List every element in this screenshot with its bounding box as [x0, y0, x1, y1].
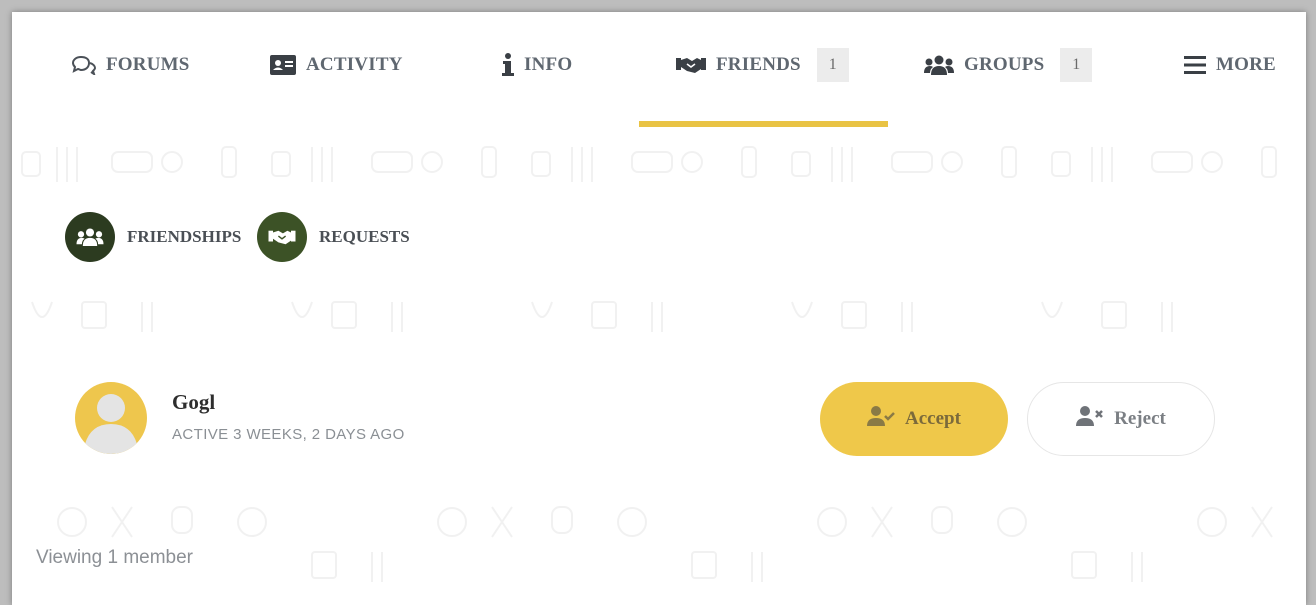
- groups-count-badge: 1: [1060, 48, 1093, 82]
- page-frame: FORUMS ACTIVITY INFO FRIENDS 1 GROUPS 1 …: [12, 12, 1306, 605]
- info-icon: [502, 53, 514, 77]
- friends-count-badge: 1: [816, 48, 849, 82]
- id-card-icon: [270, 55, 296, 75]
- handshake-icon: [257, 212, 307, 262]
- tab-friends-label: FRIENDS: [716, 54, 801, 75]
- background-pattern: [21, 146, 1277, 182]
- subnav-friendships[interactable]: FRIENDSHIPS: [65, 212, 241, 262]
- user-check-icon: [867, 406, 895, 432]
- background-pattern: [31, 301, 1173, 332]
- tab-info-label: INFO: [524, 54, 573, 75]
- profile-nav: FORUMS ACTIVITY INFO FRIENDS 1 GROUPS 1 …: [12, 12, 1306, 128]
- tab-activity[interactable]: ACTIVITY: [270, 48, 403, 82]
- tab-friends[interactable]: FRIENDS 1: [676, 48, 849, 82]
- chat-bubbles-icon: [72, 55, 96, 75]
- tab-activity-label: ACTIVITY: [306, 54, 403, 75]
- default-avatar-icon: [85, 394, 137, 454]
- tab-more-label: MORE: [1216, 54, 1276, 75]
- member-name[interactable]: Gogl: [172, 390, 215, 415]
- users-icon: [65, 212, 115, 262]
- users-icon: [924, 55, 954, 75]
- tab-groups-label: GROUPS: [964, 54, 1045, 75]
- accept-button[interactable]: Accept: [820, 382, 1008, 456]
- tab-info[interactable]: INFO: [502, 48, 572, 82]
- hamburger-menu-icon: [1184, 56, 1206, 74]
- tab-forums-label: FORUMS: [106, 54, 190, 75]
- subnav-requests[interactable]: REQUESTS: [257, 212, 410, 262]
- avatar[interactable]: [75, 382, 147, 454]
- member-last-active: ACTIVE 3 WEEKS, 2 DAYS AGO: [172, 426, 405, 443]
- active-tab-indicator: [639, 121, 888, 127]
- handshake-icon: [676, 55, 706, 75]
- subnav-requests-label: REQUESTS: [319, 227, 410, 246]
- accept-button-label: Accept: [905, 408, 961, 429]
- reject-button[interactable]: Reject: [1027, 382, 1215, 456]
- tab-more[interactable]: MORE: [1184, 48, 1276, 82]
- user-times-icon: [1076, 406, 1104, 432]
- tab-forums[interactable]: FORUMS: [72, 48, 190, 82]
- reject-button-label: Reject: [1114, 408, 1166, 429]
- subnav-friendships-label: FRIENDSHIPS: [127, 227, 242, 246]
- tab-groups[interactable]: GROUPS 1: [924, 48, 1093, 82]
- pagination-count: Viewing 1 member: [36, 547, 194, 568]
- background-pattern: [57, 506, 1273, 582]
